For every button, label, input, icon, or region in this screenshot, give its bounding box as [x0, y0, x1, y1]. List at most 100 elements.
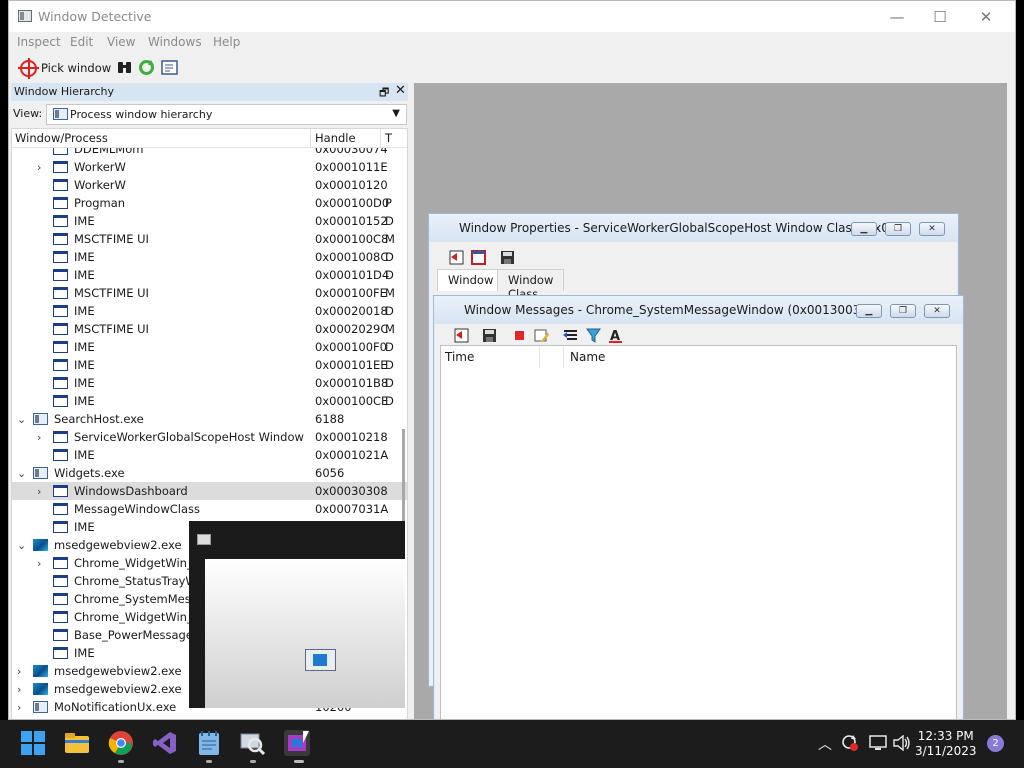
update-icon[interactable]: [841, 734, 859, 752]
tree-row-label: MSCTFIME UI: [74, 286, 149, 300]
window-icon: [53, 233, 68, 245]
window-icon: [53, 323, 68, 335]
file-explorer-icon[interactable]: [64, 730, 90, 756]
close-panel-icon[interactable]: ✕: [395, 83, 406, 98]
network-icon[interactable]: [869, 735, 887, 751]
preview-thumbnail[interactable]: [205, 559, 405, 708]
menu-inspect[interactable]: Inspect: [17, 35, 61, 49]
column-handle[interactable]: Handle: [315, 131, 356, 145]
notification-badge[interactable]: 2: [987, 735, 1004, 752]
view-select[interactable]: Process window hierarchy ▼: [46, 104, 407, 125]
edit-window-icon[interactable]: [161, 59, 178, 76]
tree-row[interactable]: ⌄ SearchHost.exe 6188: [12, 410, 407, 428]
float-panel-icon[interactable]: 🗗: [379, 84, 389, 103]
save-icon[interactable]: [500, 250, 515, 265]
menu-windows[interactable]: Windows: [148, 35, 202, 49]
column-type[interactable]: T: [385, 131, 392, 145]
stop-icon[interactable]: [512, 328, 527, 343]
start-windows-icon[interactable]: [20, 730, 46, 756]
tree-row[interactable]: IME 0x0001021A: [12, 446, 407, 464]
column-separator[interactable]: [539, 346, 540, 368]
tree-row[interactable]: IME 0x00010152 D: [12, 212, 407, 230]
hierarchy-panel-header[interactable]: Window Hierarchy 🗗 ✕: [11, 83, 408, 101]
messages-minimize-button[interactable]: ▁: [856, 304, 882, 318]
expand-chevron-icon[interactable]: ›: [37, 557, 47, 570]
tree-row[interactable]: › WindowsDashboard 0x00030308: [12, 482, 407, 500]
tree-row[interactable]: IME 0x000100F0 D: [12, 338, 407, 356]
show-hidden-icons-chevron-icon[interactable]: ︿: [818, 734, 832, 754]
window-icon: [53, 575, 68, 587]
window-icon[interactable]: [471, 250, 486, 265]
column-window-process[interactable]: Window/Process: [15, 131, 108, 145]
tab-window-class[interactable]: Window Class: [497, 269, 565, 301]
tab-window[interactable]: Window: [437, 269, 505, 291]
tree-row[interactable]: IME 0x0001008C D: [12, 248, 407, 266]
collapse-chevron-icon[interactable]: ⌄: [17, 539, 27, 552]
binoculars-icon[interactable]: [116, 59, 133, 76]
messages-restore-button[interactable]: ❐: [890, 304, 916, 318]
properties-minimize-button[interactable]: ▁: [851, 222, 877, 236]
column-time[interactable]: Time: [445, 350, 474, 364]
expand-chevron-icon[interactable]: ›: [37, 431, 47, 444]
column-separator[interactable]: [310, 129, 311, 148]
tree-row[interactable]: IME 0x000101EE D: [12, 356, 407, 374]
close-button[interactable]: ✕: [963, 1, 1009, 32]
tree-row-label: IME: [74, 448, 95, 462]
system-clock[interactable]: 12:33 PM 3/11/2023: [915, 729, 977, 759]
visual-studio-icon[interactable]: [152, 730, 178, 756]
clock-date: 3/11/2023: [915, 744, 977, 758]
expand-chevron-icon[interactable]: ›: [37, 161, 47, 174]
clear-messages-icon[interactable]: [534, 328, 549, 343]
tree-row[interactable]: › ServiceWorkerGlobalScopeHost Window ...…: [12, 428, 407, 446]
expand-chevron-icon[interactable]: ›: [17, 665, 27, 678]
autoscroll-icon[interactable]: [563, 328, 578, 343]
expand-chevron-icon[interactable]: ›: [17, 683, 27, 696]
properties-close-button[interactable]: ✕: [919, 222, 945, 236]
menu-edit[interactable]: Edit: [70, 35, 93, 49]
window-icon: [53, 647, 68, 659]
tree-row[interactable]: IME 0x000100CE D: [12, 392, 407, 410]
title-bar[interactable]: Window Detective — ☐ ✕: [9, 1, 1015, 32]
window-inspector-search-icon[interactable]: [240, 730, 266, 756]
tree-row-type: D: [385, 268, 394, 282]
tree-row-label: IME: [74, 268, 95, 282]
column-separator[interactable]: [563, 346, 564, 368]
refresh-icon[interactable]: [138, 59, 155, 76]
volume-icon[interactable]: [893, 735, 911, 751]
tree-row[interactable]: IME 0x000101B8 D: [12, 374, 407, 392]
save-icon[interactable]: [482, 328, 497, 343]
tree-row[interactable]: MSCTFIME UI 0x0002029C M: [12, 320, 407, 338]
messages-close-button[interactable]: ✕: [924, 304, 950, 318]
back-window-icon[interactable]: [449, 250, 464, 265]
collapse-chevron-icon[interactable]: ⌄: [17, 413, 27, 426]
tree-row[interactable]: › WorkerW 0x0001011E: [12, 158, 407, 176]
tree-row[interactable]: IME 0x00020018 D: [12, 302, 407, 320]
filter-icon[interactable]: [586, 328, 601, 343]
notepad-icon[interactable]: [196, 730, 222, 756]
menu-view[interactable]: View: [107, 35, 135, 49]
font-icon[interactable]: A: [608, 328, 623, 343]
tree-row[interactable]: MessageWindowClass 0x0007031A: [12, 500, 407, 518]
tree-row[interactable]: MSCTFIME UI 0x000100FE M: [12, 284, 407, 302]
column-name[interactable]: Name: [570, 350, 605, 364]
collapse-chevron-icon[interactable]: ⌄: [17, 467, 27, 480]
tree-row[interactable]: MSCTFIME UI 0x000100C8 M: [12, 230, 407, 248]
tree-row[interactable]: ⌄ Widgets.exe 6056: [12, 464, 407, 482]
expand-chevron-icon[interactable]: ›: [37, 485, 47, 498]
back-window-icon[interactable]: [454, 328, 469, 343]
minimize-button[interactable]: —: [874, 1, 920, 32]
menu-help[interactable]: Help: [213, 35, 240, 49]
tree-row[interactable]: IME 0x000101D4 D: [12, 266, 407, 284]
chrome-icon[interactable]: [108, 730, 134, 756]
properties-restore-button[interactable]: ❐: [885, 222, 911, 236]
messages-title-bar[interactable]: Window Messages - Chrome_SystemMessageWi…: [434, 296, 963, 324]
tree-row[interactable]: Progman 0x000100D0 P: [12, 194, 407, 212]
messages-list[interactable]: Time Name: [440, 345, 957, 719]
pick-window-button[interactable]: Pick window: [18, 57, 111, 79]
properties-title-bar[interactable]: Window Properties - ServiceWorkerGlobalS…: [429, 214, 958, 242]
expand-chevron-icon[interactable]: ›: [17, 701, 27, 714]
tree-row[interactable]: WorkerW 0x00010120: [12, 176, 407, 194]
tree-row-label: Base_PowerMessageW: [74, 628, 205, 642]
column-separator[interactable]: [380, 129, 381, 148]
maximize-button[interactable]: ☐: [917, 1, 963, 32]
